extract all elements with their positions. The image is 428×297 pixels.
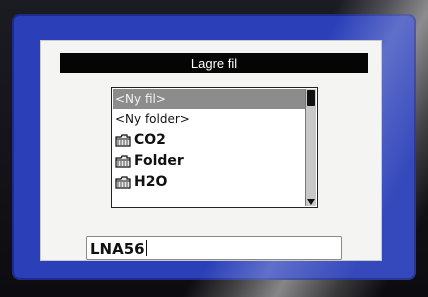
text-cursor	[145, 240, 147, 256]
save-file-dialog: Lagre fil <Ny fil> <Ny folder> CO2 Folde…	[41, 41, 381, 260]
list-item-label: Folder	[134, 153, 184, 169]
list-item-label: <Ny folder>	[115, 112, 190, 126]
list-item-label: H2O	[134, 174, 168, 190]
list-item-new-folder[interactable]: <Ny folder>	[113, 109, 305, 129]
filename-input-value: LNA56	[90, 240, 147, 258]
file-list[interactable]: <Ny fil> <Ny folder> CO2 Folder H2O	[111, 87, 318, 208]
list-item-label: CO2	[134, 132, 166, 148]
list-item-co2[interactable]: CO2	[113, 130, 305, 150]
scroll-thumb[interactable]	[307, 90, 315, 106]
scroll-down-arrow-icon[interactable]	[307, 199, 315, 205]
folder-icon	[115, 175, 131, 189]
device-bezel: Lagre fil <Ny fil> <Ny folder> CO2 Folde…	[0, 0, 428, 297]
folder-icon	[115, 133, 131, 147]
screen-frame: Lagre fil <Ny fil> <Ny folder> CO2 Folde…	[12, 14, 416, 280]
dialog-title: Lagre fil	[60, 53, 368, 73]
list-item-h2o[interactable]: H2O	[113, 172, 305, 192]
filename-input[interactable]: LNA56	[86, 236, 342, 260]
list-scrollbar[interactable]	[305, 89, 316, 206]
list-item-label: <Ny fil>	[115, 92, 166, 106]
list-item-folder[interactable]: Folder	[113, 151, 305, 171]
list-item-new-file[interactable]: <Ny fil>	[113, 89, 305, 109]
folder-icon	[115, 154, 131, 168]
